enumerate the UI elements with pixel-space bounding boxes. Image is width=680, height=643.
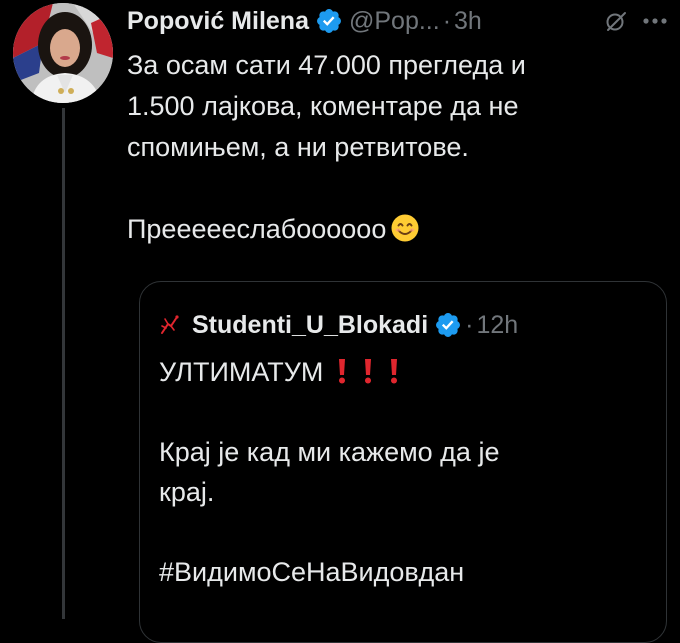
quoted-tweet-body-line: Крај је кад ми кажемо да је	[159, 437, 500, 467]
tweet-text: За осам сати 47.000 прегледа и 1.500 лај…	[127, 45, 667, 250]
separator-dot: ·	[465, 310, 474, 339]
separator-dot: ·	[442, 6, 452, 35]
tweet-header: Popović Milena @Pop... · 3h	[127, 0, 482, 42]
thread-line	[62, 108, 65, 619]
quoted-tweet-timestamp[interactable]: 12h	[476, 311, 518, 340]
red-exclamation-mark-icon	[335, 356, 349, 384]
quoted-tweet-text: УЛТИМАТУМ Крај је кад ми кажемо да је кр…	[159, 352, 659, 592]
tweet-text-line: За осам сати 47.000 прегледа и	[127, 50, 526, 80]
author-display-name[interactable]: Popović Milena	[127, 7, 309, 36]
tweet-text-line: Прееееeслабоооооо	[127, 209, 667, 250]
quoted-tweet-card[interactable]: Studenti_U_Blokadi · 12h УЛТИМАТУМ Крај …	[139, 281, 667, 643]
quoted-tweet-hashtag[interactable]: #ВидимоСеНаВидовдан	[159, 552, 659, 592]
smiling-face-icon	[390, 213, 420, 243]
quoted-tweet-body-line: крај.	[159, 477, 215, 507]
tweet-text-line2: Прееееeслабоооооо	[127, 214, 387, 244]
quoted-tweet-title-line: УЛТИМАТУМ	[159, 352, 659, 392]
red-exclamation-mark-icon	[387, 356, 401, 384]
author-photo	[13, 3, 113, 103]
tweet-timestamp[interactable]: 3h	[454, 7, 482, 36]
red-hand-logo-icon	[159, 314, 181, 336]
grok-icon[interactable]	[603, 8, 629, 34]
verified-badge-icon	[315, 7, 343, 35]
quoted-tweet-header: Studenti_U_Blokadi · 12h	[159, 307, 518, 343]
more-icon[interactable]	[638, 6, 672, 36]
tweet-text-line: спомињем, а ни ретвитове.	[127, 132, 469, 162]
author-avatar[interactable]	[13, 3, 113, 103]
quoted-tweet-title: УЛТИМАТУМ	[159, 357, 324, 387]
verified-badge-icon	[434, 311, 462, 339]
tweet-text-line: 1.500 лајкова, коментаре да не	[127, 91, 519, 121]
author-handle[interactable]: @Pop...	[349, 7, 440, 36]
red-exclamation-mark-icon	[361, 356, 375, 384]
quoted-author-display-name[interactable]: Studenti_U_Blokadi	[192, 311, 428, 340]
